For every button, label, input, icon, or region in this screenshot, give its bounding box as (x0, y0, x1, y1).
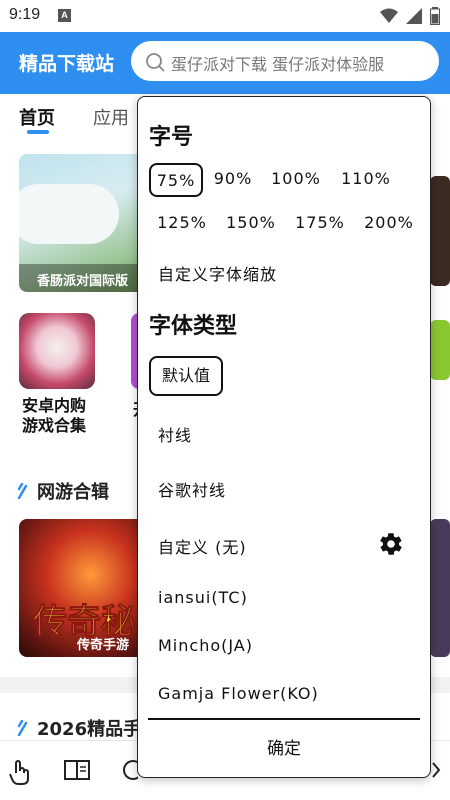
menu-separator (148, 718, 420, 720)
font-type-mincho[interactable]: Mincho(JA) (158, 636, 253, 655)
status-icons (380, 7, 440, 25)
battery-icon (430, 7, 440, 25)
section-title-featured-label: 2026精品手 (37, 719, 142, 740)
category-label-inapp[interactable]: 安卓内购 游戏合集 (22, 396, 86, 436)
tab-active-indicator (27, 130, 49, 134)
section-title-featured: 2026精品手 (17, 715, 141, 741)
search-input[interactable]: 蛋仔派对下载 蛋仔派对体验服 (131, 41, 439, 81)
section-title-online: 网游合辑 (17, 478, 109, 504)
size-option-100[interactable]: 100% (264, 163, 328, 197)
section-title-online-label: 网游合辑 (37, 482, 109, 503)
search-placeholder: 蛋仔派对下载 蛋仔派对体验服 (171, 55, 385, 74)
size-option-75[interactable]: 75% (149, 163, 203, 197)
font-type-iansui[interactable]: iansui(TC) (158, 588, 248, 607)
status-time: 9:19 (9, 6, 41, 23)
tab-apps[interactable]: 应用 (93, 104, 129, 130)
confirm-button[interactable]: 确定 (138, 723, 430, 775)
size-option-90[interactable]: 90% (208, 163, 258, 197)
search-icon (146, 53, 165, 72)
size-option-110[interactable]: 110% (334, 163, 398, 197)
size-option-175[interactable]: 175% (290, 207, 350, 241)
banner-cloud (19, 184, 119, 244)
game-card-legend[interactable]: 传奇秘 传奇手游 (19, 519, 149, 657)
category-icon-inapp[interactable] (19, 313, 95, 389)
font-size-heading: 字号 (149, 125, 194, 150)
notification-icon: A (58, 9, 71, 22)
app-header: 精品下载站 蛋仔派对下载 蛋仔派对体验服 (0, 32, 450, 94)
size-option-125[interactable]: 125% (152, 207, 212, 241)
signal-icon (406, 8, 422, 24)
gear-icon[interactable] (378, 531, 404, 557)
banner-caption: 香肠派对国际版 (19, 264, 149, 292)
more-nav-icon[interactable] (431, 759, 445, 781)
size-option-150[interactable]: 150% (221, 207, 281, 241)
font-type-custom[interactable]: 自定义 (无) (158, 534, 247, 558)
font-type-gamja[interactable]: Gamja Flower(KO) (158, 684, 319, 703)
custom-font-scale[interactable]: 自定义字体缩放 (158, 261, 277, 285)
category-label-line1: 安卓内购 (22, 396, 87, 415)
status-bar: 9:19 A (0, 0, 450, 32)
tab-home[interactable]: 首页 (19, 104, 55, 130)
size-option-200[interactable]: 200% (358, 207, 420, 241)
touch-icon[interactable] (8, 759, 30, 785)
search-nav-icon[interactable] (122, 759, 138, 781)
font-type-heading: 字体类型 (149, 314, 238, 339)
book-icon[interactable] (64, 759, 90, 781)
category-label-line2: 游戏合集 (22, 416, 87, 435)
section-mark-icon (17, 720, 28, 736)
game-card-subtitle: 传奇手游 (77, 638, 130, 653)
font-type-serif[interactable]: 衬线 (158, 422, 192, 446)
app-title: 精品下载站 (19, 53, 115, 75)
game-card-edge (430, 519, 450, 657)
section-mark-icon (17, 483, 28, 499)
font-type-google-serif[interactable]: 谷歌衬线 (158, 477, 226, 501)
banner-card[interactable]: 香肠派对国际版 (19, 154, 149, 292)
font-type-default[interactable]: 默认值 (149, 356, 223, 396)
category-icon-edge (430, 320, 450, 380)
font-settings-menu: 字号 75% 90% 100% 110% 125% 150% 175% 200%… (137, 96, 431, 778)
banner-card-edge (430, 176, 450, 286)
wifi-icon (380, 8, 398, 23)
